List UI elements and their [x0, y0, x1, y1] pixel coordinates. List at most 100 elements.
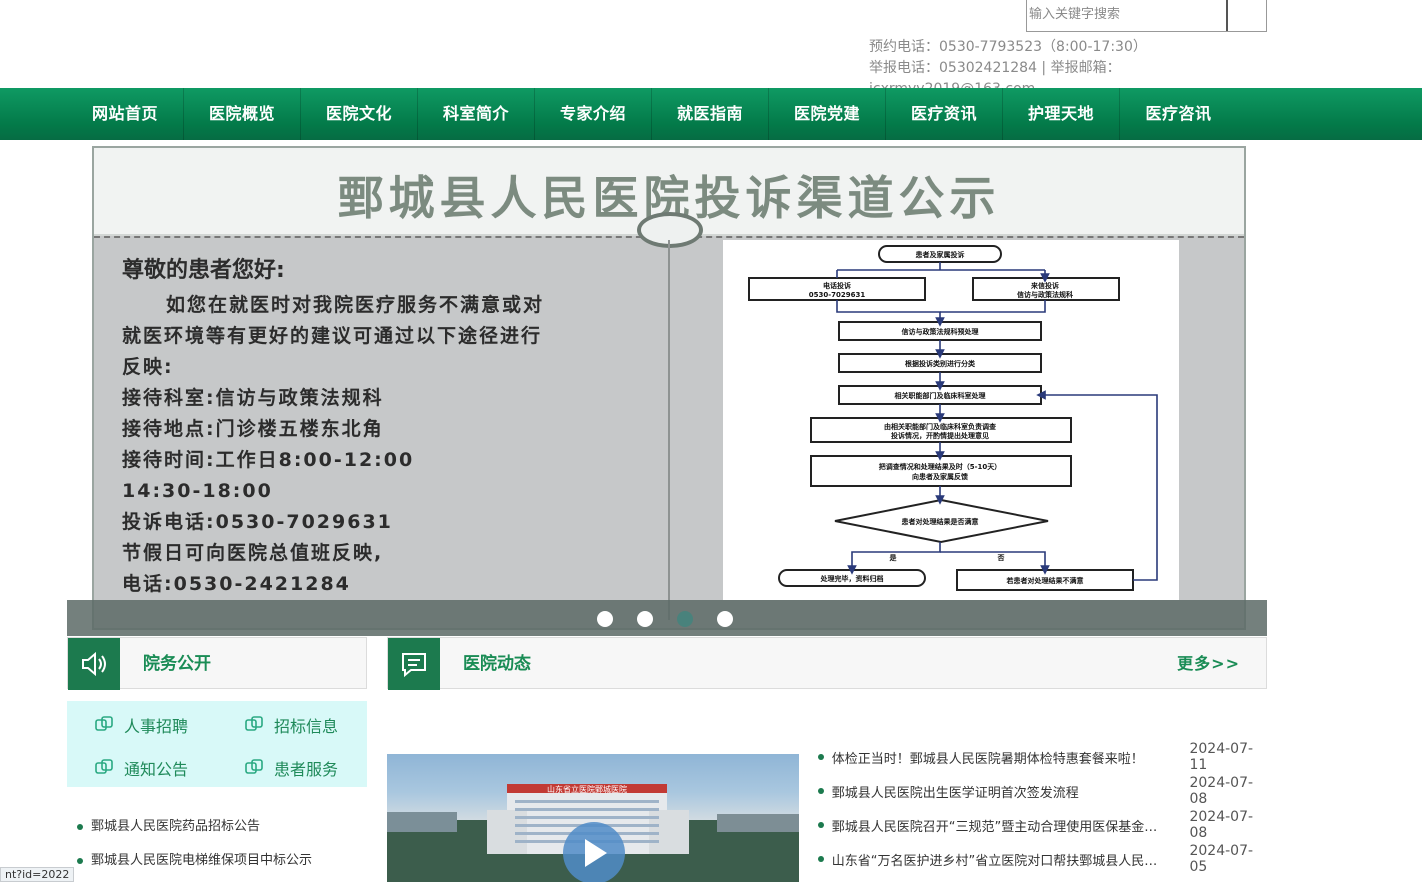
quick-link-recruitment[interactable]: 人事招聘 — [94, 713, 188, 737]
building-sign-text: 山东省立医院鄄城医院 — [547, 784, 627, 794]
news-date: 2024-07-05 — [1189, 843, 1254, 875]
flow-step3-text: 相关职能部门及临床科室处理 — [895, 391, 986, 400]
bullet-icon — [818, 856, 824, 862]
news-date: 2024-07-08 — [1189, 775, 1254, 807]
news-title: 体检正当时！鄄城县人民医院暑期体检特惠套餐来啦！ — [831, 751, 1144, 767]
news-title: 鄄城县人民医院召开“三规范”暨主动合理使用医保基金专题会议 — [831, 819, 1168, 835]
appointment-phone: 预约电话：0530-7793523（8:00-17:30） — [869, 39, 1147, 55]
banner-line: 投诉电话:0530-7029631 — [122, 511, 393, 533]
bullet-icon — [818, 788, 824, 794]
flow-letter-dept: 信访与政策法规科 — [1017, 290, 1073, 299]
quick-links: 人事招聘 招标信息 通知公告 患者服务 — [67, 701, 367, 787]
news-date: 2024-07-08 — [1189, 809, 1254, 841]
nav-item-nursing[interactable]: 护理天地 — [1003, 88, 1120, 140]
quick-link-label: 招标信息 — [274, 717, 339, 736]
speaker-icon — [68, 638, 120, 690]
flow-phone-number: 0530-7029631 — [809, 291, 866, 299]
news-section-title: 医院动态 — [463, 654, 531, 674]
list-item[interactable]: 山东省“万名医护进乡村”省立医院对口帮扶鄄城县人民医院 2024-07-05 — [818, 842, 1268, 876]
link-icon — [245, 759, 263, 774]
slider-dots — [597, 611, 733, 627]
bullet-icon — [77, 824, 83, 830]
nav-item-culture[interactable]: 医院文化 — [301, 88, 418, 140]
flow-step4-line1: 由相关职能部门及临床科室负责调查 — [884, 422, 997, 431]
quick-link-label: 患者服务 — [274, 760, 339, 779]
banner-line: 14:30-18:00 — [122, 480, 273, 502]
quick-link-label: 人事招聘 — [124, 717, 189, 736]
video-thumbnail[interactable]: 山东省立医院鄄城医院 — [387, 754, 799, 882]
flow-end-no-text: 若患者对处理结果不满意 — [1007, 576, 1084, 585]
nav-item-home[interactable]: 网站首页 — [67, 88, 184, 140]
banner-image: 鄄城县人民医院投诉渠道公示 尊敬的患者您好: 如您在就医时对我院医疗服务不满意或… — [92, 146, 1246, 630]
banner-greeting: 尊敬的患者您好: — [122, 258, 285, 283]
nav-item-overview[interactable]: 医院概览 — [184, 88, 301, 140]
flow-phone-text: 电话投诉 — [823, 281, 851, 290]
affairs-section-header: 院务公开 — [67, 637, 367, 690]
banner-text: 尊敬的患者您好: 如您在就医时对我院医疗服务不满意或对 就医环境等有更好的建议可… — [122, 252, 642, 600]
flow-step1-text: 信访与政策法规科预处理 — [902, 327, 979, 336]
list-item[interactable]: 鄄城县人民医院召开“三规范”暨主动合理使用医保基金专题会议 2024-07-08 — [818, 808, 1268, 842]
affairs-section-title: 院务公开 — [143, 654, 211, 674]
board-bolt — [637, 212, 703, 248]
notice-list: 鄄城县人民医院药品招标公告 鄄城县人民医院电梯维保项目中标公示 — [77, 810, 312, 878]
nav-item-departments[interactable]: 科室简介 — [418, 88, 535, 140]
nav-item-consult[interactable]: 医疗咨讯 — [1120, 88, 1237, 140]
list-item[interactable]: 鄄城县人民医院出生医学证明首次签发流程 2024-07-08 — [818, 774, 1268, 808]
flow-step2-text: 根据投诉类别进行分类 — [905, 359, 976, 368]
news-date: 2024-07-11 — [1189, 741, 1254, 773]
flow-decision-text: 患者对处理结果是否满意 — [902, 517, 979, 526]
banner-line: 接待时间:工作日8:00-12:00 — [122, 449, 415, 471]
slider-dot-3[interactable] — [677, 611, 693, 627]
flow-step4-line2: 投诉情况，开酌情提出处理意见 — [891, 431, 989, 440]
flow-end-yes-text: 处理完毕，资料归档 — [820, 574, 884, 583]
banner-line: 如您在就医时对我院医疗服务不满意或对 — [166, 294, 545, 316]
search-box — [1026, 0, 1267, 32]
banner-line: 接待科室:信访与政策法规科 — [122, 387, 384, 409]
banner-line: 就医环境等有更好的建议可通过以下途径进行 — [122, 325, 543, 347]
banner-slider[interactable]: 鄄城县人民医院投诉渠道公示 尊敬的患者您好: 如您在就医时对我院医疗服务不满意或… — [67, 140, 1267, 636]
link-icon — [95, 716, 113, 731]
nav-item-experts[interactable]: 专家介绍 — [535, 88, 652, 140]
banner-line: 节假日可向医院总值班反映, — [122, 542, 384, 564]
board-divider — [668, 240, 670, 620]
flow-start-text: 患者及家属投诉 — [916, 250, 965, 259]
news-title: 鄄城县人民医院出生医学证明首次签发流程 — [831, 785, 1079, 801]
slider-dot-1[interactable] — [597, 611, 613, 627]
slider-dot-2[interactable] — [637, 611, 653, 627]
quick-link-patient-service[interactable]: 患者服务 — [244, 756, 338, 780]
more-news-link[interactable]: 更多>> — [1177, 638, 1240, 690]
quick-link-notices[interactable]: 通知公告 — [94, 756, 188, 780]
nav-item-party[interactable]: 医院党建 — [769, 88, 886, 140]
link-icon — [245, 716, 263, 731]
chat-icon — [388, 638, 440, 690]
banner-line: 接待地点:门诊楼五楼东北角 — [122, 418, 384, 440]
browser-status-url: nt?id=2022 — [0, 867, 75, 882]
flow-step5-box — [810, 455, 1072, 487]
main-nav: 网站首页 医院概览 医院文化 科室简介 专家介绍 就医指南 医院党建 医疗资讯 … — [0, 88, 1422, 140]
link-icon — [95, 759, 113, 774]
complaint-flowchart: 患者及家属投诉 电话投诉 0530-7029631 来信投诉 信访与政策法规科 … — [723, 240, 1179, 600]
bullet-icon — [77, 858, 83, 864]
bullet-icon — [818, 822, 824, 828]
search-button[interactable] — [1226, 0, 1266, 31]
news-section-header: 医院动态 更多>> — [387, 637, 1267, 690]
play-button[interactable] — [563, 822, 625, 882]
nav-item-medical-news[interactable]: 医疗资讯 — [886, 88, 1003, 140]
quick-link-bidding[interactable]: 招标信息 — [244, 713, 338, 737]
nav-item-guide[interactable]: 就医指南 — [652, 88, 769, 140]
list-item[interactable]: 体检正当时！鄄城县人民医院暑期体检特惠套餐来啦！ 2024-07-11 — [818, 740, 1268, 774]
flow-step5-line2: 向患者及家属反馈 — [912, 472, 968, 481]
bullet-icon — [818, 754, 824, 760]
list-item[interactable]: 鄄城县人民医院药品招标公告 — [77, 810, 312, 844]
search-input[interactable] — [1027, 0, 1227, 31]
news-title: 山东省“万名医护进乡村”省立医院对口帮扶鄄城县人民医院 — [831, 853, 1168, 869]
news-list: 体检正当时！鄄城县人民医院暑期体检特惠套餐来啦！ 2024-07-11 鄄城县人… — [818, 740, 1268, 876]
banner-line: 反映: — [122, 356, 174, 378]
list-item[interactable]: 鄄城县人民医院电梯维保项目中标公示 — [77, 844, 312, 878]
flow-yes-label: 是 — [889, 553, 898, 562]
flowchart-svg: 患者及家属投诉 电话投诉 0530-7029631 来信投诉 信访与政策法规科 … — [748, 245, 1158, 591]
banner-line: 电话:0530-2421284 — [122, 573, 351, 595]
flow-step5-line1: 把调查情况和处理结果及时（5-10天） — [879, 462, 1002, 471]
flow-letter-text: 来信投诉 — [1030, 281, 1059, 290]
slider-dot-4[interactable] — [717, 611, 733, 627]
